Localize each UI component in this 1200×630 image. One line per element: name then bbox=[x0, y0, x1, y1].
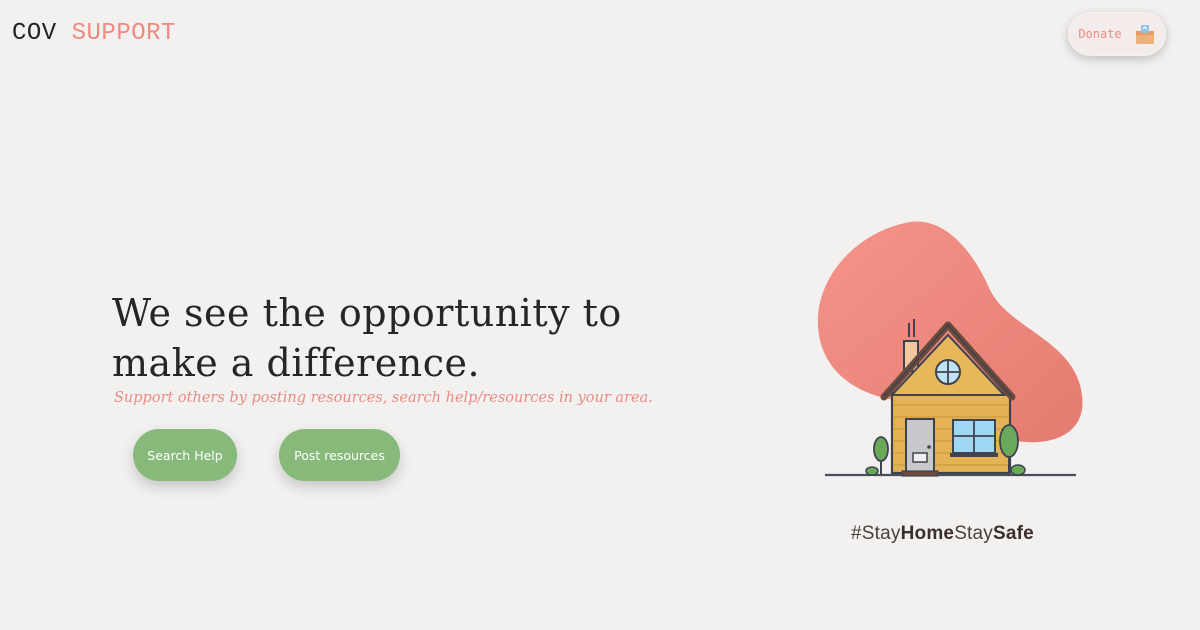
headline-line-2: make a difference. bbox=[112, 341, 481, 385]
search-help-button[interactable]: Search Help bbox=[133, 429, 237, 481]
donate-button[interactable]: Donate bbox=[1068, 12, 1166, 56]
stay-home-hashtag: #StayHomeStaySafe bbox=[851, 523, 1034, 545]
logo-primary: COV bbox=[12, 20, 57, 47]
site-logo[interactable]: COV SUPPORT bbox=[12, 20, 176, 47]
house-icon bbox=[817, 221, 1083, 477]
donation-box-icon bbox=[1135, 25, 1154, 44]
headline-line-1: We see the opportunity to bbox=[112, 291, 622, 335]
post-resources-button[interactable]: Post resources bbox=[279, 429, 400, 481]
hero-headline: We see the opportunity to make a differe… bbox=[112, 288, 672, 388]
hashtag-part-4: Safe bbox=[993, 523, 1034, 544]
hashtag-part-1: #Stay bbox=[851, 523, 901, 544]
hashtag-part-2: Home bbox=[900, 523, 955, 544]
donate-label: Donate bbox=[1078, 27, 1122, 41]
logo-accent: SUPPORT bbox=[71, 20, 176, 47]
hero-subtext: Support others by posting resources, sea… bbox=[114, 390, 653, 406]
hashtag-part-3: Stay bbox=[954, 523, 994, 544]
